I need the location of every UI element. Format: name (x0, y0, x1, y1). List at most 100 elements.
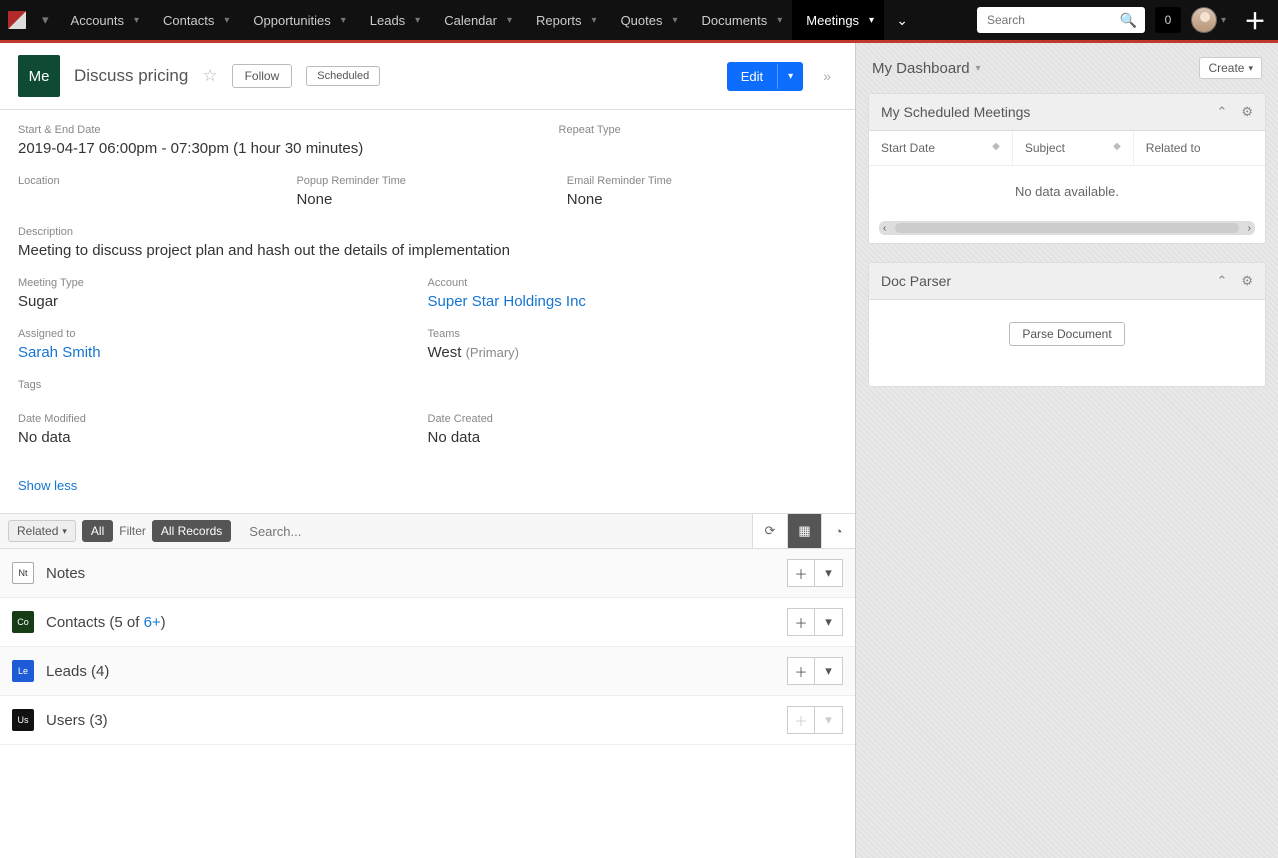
notification-counter[interactable]: 0 (1155, 7, 1181, 33)
related-all-pill[interactable]: All (82, 520, 113, 542)
scroll-left-icon[interactable]: ‹ (883, 223, 886, 234)
field-label-description: Description (18, 226, 817, 238)
related-panel-title[interactable]: Contacts (5 of 6+) (46, 614, 166, 631)
dashboard-create-button[interactable]: Create▾ (1199, 57, 1262, 79)
nav-item-documents[interactable]: Documents▾ (688, 0, 793, 40)
related-panel-contacts: CoContacts (5 of 6+)＋▾ (0, 598, 855, 647)
field-value-meeting-type: Sugar (18, 293, 408, 310)
nav-item-opportunities[interactable]: Opportunities▾ (239, 0, 355, 40)
module-mini-badge: Nt (12, 562, 34, 584)
chevron-down-icon: ▾ (224, 15, 229, 26)
record-view: Me Discuss pricing ☆ Follow Scheduled Ed… (0, 43, 856, 858)
column-subject[interactable]: Subject◆ (1012, 131, 1133, 166)
field-label-location: Location (18, 175, 276, 187)
chevron-down-icon: ▾ (592, 15, 597, 26)
account-link[interactable]: Super Star Holdings Inc (428, 293, 586, 310)
refresh-icon[interactable]: ⟳ (753, 514, 787, 548)
scroll-right-icon[interactable]: › (1248, 223, 1251, 234)
related-panel-title[interactable]: Leads (4) (46, 663, 109, 680)
dashboard-menu-caret[interactable]: ▾ (976, 63, 981, 74)
chevron-down-icon: ▾ (507, 15, 512, 26)
quick-create-button[interactable]: ＋ (1232, 4, 1278, 36)
follow-button[interactable]: Follow (232, 64, 293, 88)
activity-stream-icon[interactable]: ◔ (821, 514, 855, 548)
global-search: 🔍 (977, 7, 1145, 33)
user-menu[interactable]: ▾ (1191, 7, 1226, 33)
collapse-dashlet-icon[interactable]: ⌃ (1216, 104, 1227, 120)
grid-view-icon[interactable]: ▦ (787, 514, 821, 548)
nav-item-reports[interactable]: Reports▾ (522, 0, 607, 40)
logo-menu-caret[interactable]: ▾ (34, 0, 57, 40)
related-add-button: ＋ (787, 706, 815, 734)
nav-item-contacts[interactable]: Contacts▾ (149, 0, 239, 40)
field-value-date-modified: No data (18, 429, 408, 446)
sort-icon[interactable]: ◆ (992, 141, 1000, 152)
field-value-description: Meeting to discuss project plan and hash… (18, 242, 817, 259)
parse-document-button[interactable]: Parse Document (1009, 322, 1124, 346)
related-panel-title[interactable]: Users (3) (46, 712, 108, 729)
edit-button[interactable]: Edit ▾ (727, 62, 803, 91)
record-fields: Start & End Date 2019-04-17 06:00pm - 07… (0, 110, 855, 513)
related-search-input[interactable] (249, 524, 742, 539)
related-toolbar-icons: ⟳ ▦ ◔ (752, 514, 855, 548)
edit-dropdown-caret[interactable]: ▾ (777, 64, 803, 89)
nav-overflow-button[interactable]: ⌄ (884, 12, 920, 29)
related-actions-caret: ▾ (815, 706, 843, 734)
column-related-to[interactable]: Related to (1133, 131, 1265, 166)
related-actions-caret[interactable]: ▾ (815, 559, 843, 587)
nav-item-leads[interactable]: Leads▾ (356, 0, 430, 40)
sort-icon[interactable]: ◆ (1113, 141, 1121, 152)
nav-item-meetings[interactable]: Meetings▾ (792, 0, 884, 40)
field-label-meeting-type: Meeting Type (18, 277, 408, 289)
favorite-star-icon[interactable]: ☆ (202, 66, 217, 86)
collapse-sidepane-icon[interactable]: » (817, 68, 837, 84)
related-actions-caret[interactable]: ▾ (815, 608, 843, 636)
dashlet-settings-icon[interactable]: ⚙ (1241, 104, 1253, 120)
search-icon[interactable]: 🔍 (1120, 12, 1137, 29)
dashboard-title[interactable]: My Dashboard (872, 60, 970, 77)
chevron-down-icon: ▾ (1221, 15, 1226, 26)
field-label-teams: Teams (428, 328, 818, 340)
avatar (1191, 7, 1217, 33)
related-actions-caret[interactable]: ▾ (815, 657, 843, 685)
app-logo[interactable] (0, 0, 34, 40)
column-start-date[interactable]: Start Date◆ (869, 131, 1012, 166)
related-add-button[interactable]: ＋ (787, 657, 815, 685)
field-label-tags: Tags (18, 379, 817, 391)
status-badge-button[interactable]: Scheduled (306, 66, 380, 86)
collapse-dashlet-icon[interactable]: ⌃ (1216, 273, 1227, 289)
field-value-popup: None (296, 191, 546, 208)
record-header: Me Discuss pricing ☆ Follow Scheduled Ed… (0, 43, 855, 110)
related-filter-bar: Related▾ All Filter All Records ⟳ ▦ ◔ (0, 513, 855, 549)
dashlet-table: Start Date◆ Subject◆ Related to (869, 131, 1265, 166)
nav-item-calendar[interactable]: Calendar▾ (430, 0, 522, 40)
related-panel-title[interactable]: Notes (46, 565, 85, 582)
dashlet-scheduled-meetings: My Scheduled Meetings ⌃ ⚙ Start Date◆ Su… (868, 93, 1266, 244)
related-add-button[interactable]: ＋ (787, 559, 815, 587)
dashlet-horizontal-scrollbar[interactable]: ‹ › (879, 221, 1255, 235)
field-label-repeat: Repeat Type (559, 124, 817, 136)
related-panel-notes: Nt Notes ＋▾ (0, 549, 855, 598)
chevron-down-icon: ▾ (869, 15, 874, 26)
module-badge: Me (18, 55, 60, 97)
dashlet-title: Doc Parser (881, 273, 951, 289)
chevron-down-icon: ▾ (777, 15, 782, 26)
show-less-toggle[interactable]: Show less (18, 478, 77, 493)
nav-module-list: Accounts▾Contacts▾Opportunities▾Leads▾Ca… (57, 0, 885, 40)
field-label-start-end: Start & End Date (18, 124, 539, 136)
nav-item-quotes[interactable]: Quotes▾ (607, 0, 688, 40)
related-panels: NtNotes＋▾CoContacts (5 of 6+)＋▾LeLeads (… (0, 549, 855, 745)
related-panel-users: Us Users (3) ＋▾ (0, 696, 855, 745)
related-add-button[interactable]: ＋ (787, 608, 815, 636)
related-dropdown[interactable]: Related▾ (8, 520, 76, 542)
field-value-email-reminder: None (567, 191, 817, 208)
no-data-message: No data available. (869, 166, 1265, 217)
nav-item-accounts[interactable]: Accounts▾ (57, 0, 150, 40)
assigned-user-link[interactable]: Sarah Smith (18, 344, 101, 361)
field-value-teams: West (Primary) (428, 344, 818, 361)
dashlet-settings-icon[interactable]: ⚙ (1241, 273, 1253, 289)
top-navbar: ▾ Accounts▾Contacts▾Opportunities▾Leads▾… (0, 0, 1278, 40)
module-mini-badge: Us (12, 709, 34, 731)
dashboard-header: My Dashboard ▾ Create▾ (856, 43, 1278, 93)
filter-all-records-pill[interactable]: All Records (152, 520, 231, 542)
